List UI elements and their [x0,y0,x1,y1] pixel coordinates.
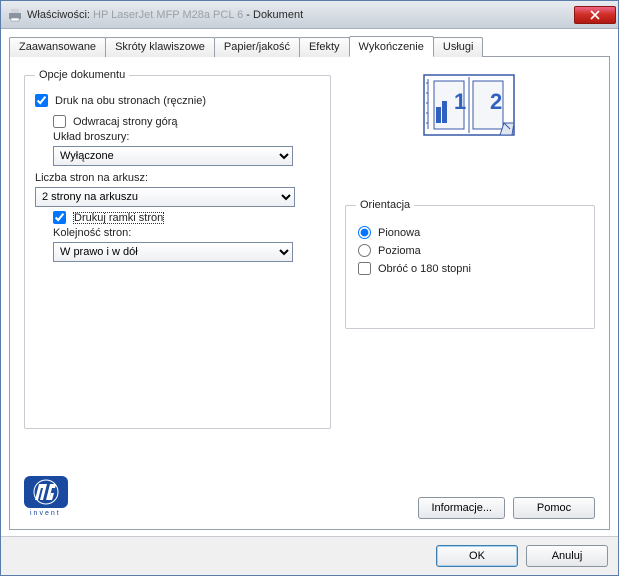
ok-button[interactable]: OK [436,545,518,567]
help-button[interactable]: Pomoc [513,497,595,519]
page-order-select[interactable]: W prawo i w dół [53,242,293,262]
group-document-options-legend: Opcje dokumentu [35,69,129,81]
group-orientation: Orientacja Pionowa Pozioma [345,199,595,329]
booklet-label: Układ broszury: [53,131,320,143]
tab-zaawansowane[interactable]: Zaawansowane [9,37,106,57]
close-icon [590,10,600,20]
tab-panel: Opcje dokumentu Druk na obu stronach (rę… [9,56,610,530]
svg-text:1: 1 [454,89,466,114]
svg-text:2: 2 [490,89,502,114]
layout-preview: 1 2 [345,73,595,139]
tab-strip: Zaawansowane Skróty klawiszowe Papier/ja… [9,37,610,57]
dialog-button-bar: OK Anuluj [1,536,618,575]
tab-wykonczenie[interactable]: Wykończenie [349,36,434,57]
content-area: Zaawansowane Skróty klawiszowe Papier/ja… [1,29,618,536]
window-title: Właściwości: HP LaserJet MFP M28a PCL 6 … [27,9,574,21]
checkbox-print-both-sides[interactable]: Druk na obu stronach (ręcznie) [35,94,320,107]
pages-per-sheet-select[interactable]: 2 strony na arkuszu [35,187,295,207]
checkbox-print-frames[interactable]: Drukuj ramki stron [53,211,320,224]
tab-uslugi[interactable]: Usługi [433,37,484,57]
tab-efekty[interactable]: Efekty [299,37,350,57]
radio-portrait[interactable]: Pionowa [358,226,582,239]
checkbox-print-frames-label: Drukuj ramki stron [73,212,164,224]
checkbox-print-both-sides-input[interactable] [35,94,48,107]
dialog-window: Właściwości: HP LaserJet MFP M28a PCL 6 … [0,0,619,576]
group-document-options: Opcje dokumentu Druk na obu stronach (rę… [24,69,331,429]
close-button[interactable] [574,6,616,24]
checkbox-flip-up-label: Odwracaj strony górą [73,116,178,128]
radio-portrait-label: Pionowa [378,227,420,239]
radio-landscape[interactable]: Pozioma [358,244,582,257]
hp-logo: invent [24,476,78,519]
checkbox-flip-up-input[interactable] [53,115,66,128]
tab-skroty[interactable]: Skróty klawiszowe [105,37,215,57]
cancel-button[interactable]: Anuluj [526,545,608,567]
group-orientation-legend: Orientacja [356,199,414,211]
radio-landscape-input[interactable] [358,244,371,257]
info-button[interactable]: Informacje... [418,497,505,519]
preview-icon: 1 2 [422,73,518,139]
booklet-select[interactable]: Wyłączone [53,146,293,166]
hp-logo-subtext: invent [30,510,61,516]
pages-per-sheet-label: Liczba stron na arkusz: [35,172,320,184]
checkbox-flip-up[interactable]: Odwracaj strony górą [53,115,320,128]
radio-landscape-label: Pozioma [378,245,421,257]
radio-portrait-input[interactable] [358,226,371,239]
checkbox-rotate-180-label: Obróć o 180 stopni [378,263,471,275]
checkbox-rotate-180[interactable]: Obróć o 180 stopni [358,262,582,275]
checkbox-rotate-180-input[interactable] [358,262,371,275]
page-order-label: Kolejność stron: [53,227,320,239]
printer-icon [7,7,23,23]
titlebar: Właściwości: HP LaserJet MFP M28a PCL 6 … [1,1,618,29]
checkbox-print-frames-input[interactable] [53,211,66,224]
checkbox-print-both-sides-label: Druk na obu stronach (ręcznie) [55,95,206,107]
tab-papier[interactable]: Papier/jakość [214,37,300,57]
